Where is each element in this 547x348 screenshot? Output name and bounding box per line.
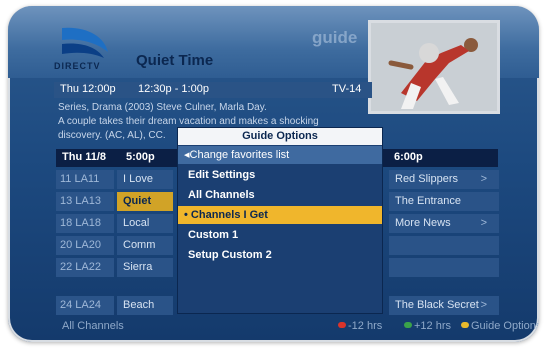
channel-cell[interactable]: 22 LA22 — [56, 258, 114, 277]
program-cell-next[interactable]: The Entrance — [389, 192, 499, 211]
guide-screen: DIRECTV Quiet Time guide Thu 12:00p 12:3… — [8, 6, 539, 342]
plus-label: +12 hrs — [414, 320, 451, 332]
green-button-icon — [404, 322, 412, 328]
popup-title: Guide Options — [178, 128, 382, 145]
program-cell[interactable]: Sierra — [117, 258, 173, 277]
right-chevron-icon: > — [480, 217, 487, 229]
program-title: More News — [395, 217, 451, 229]
grid-date: Thu 11/8 — [62, 151, 107, 163]
minus-label: -12 hrs — [348, 320, 383, 332]
program-cell[interactable]: Beach — [117, 296, 173, 315]
grid-time-1: 5:00p — [126, 151, 155, 163]
program-cell[interactable]: Comm — [117, 236, 173, 255]
program-title: Red Slippers — [395, 173, 458, 185]
right-chevron-icon: > — [480, 299, 487, 311]
description-line: A couple takes their dream vacation and … — [58, 116, 319, 127]
guide-options-hint[interactable]: Guide Options — [461, 320, 539, 332]
menu-item-custom-1[interactable]: Custom 1 — [178, 226, 382, 244]
info-date: Thu 12:00p — [60, 83, 116, 95]
program-cell-next[interactable]: The Black Secret > — [389, 296, 499, 315]
right-chevron-icon: > — [480, 173, 487, 185]
info-time-range: 12:30p - 1:00p — [138, 83, 209, 95]
menu-item-all-channels[interactable]: All Channels — [178, 186, 382, 204]
program-thumbnail — [368, 20, 500, 114]
program-title: The Entrance — [395, 195, 462, 207]
program-cell[interactable]: I Love — [117, 170, 173, 189]
section-label: guide — [312, 28, 358, 47]
red-button-icon — [338, 322, 346, 328]
program-cell-next[interactable]: More News > — [389, 214, 499, 233]
yellow-button-icon — [461, 322, 469, 328]
menu-item-channels-i-get[interactable]: • Channels I Get — [178, 206, 382, 224]
change-favorites-button[interactable]: ◂Change favorites list — [178, 146, 382, 164]
channel-filter-label: All Channels — [62, 320, 124, 332]
program-cell-next[interactable] — [389, 236, 499, 255]
show-title: Quiet Time — [136, 52, 214, 69]
menu-item-setup-custom-2[interactable]: Setup Custom 2 — [178, 246, 382, 264]
channel-cell[interactable]: 18 LA18 — [56, 214, 114, 233]
menu-item-label: Channels I Get — [190, 209, 268, 221]
program-cell-next[interactable]: Red Slippers > — [389, 170, 499, 189]
guide-options-popup: Guide Options ◂Change favorites list Edi… — [178, 128, 382, 313]
selected-bullet-icon: • — [184, 209, 191, 221]
program-cell[interactable]: Local — [117, 214, 173, 233]
channel-cell[interactable]: 20 LA20 — [56, 236, 114, 255]
grid-time-2: 6:00p — [394, 151, 423, 163]
minus-12-hrs[interactable]: -12 hrs — [338, 320, 382, 332]
footer-bar: All Channels -12 hrs +12 hrs Guide Optio… — [56, 320, 539, 336]
brand-text: DIRECTV — [54, 61, 101, 71]
program-cell-highlighted[interactable]: Quiet — [117, 192, 173, 211]
options-label: Guide Options — [471, 320, 539, 332]
program-info-bar: Thu 12:00p 12:30p - 1:00p TV-14 — [54, 82, 372, 98]
info-rating: TV-14 — [332, 83, 362, 95]
menu-item-edit-settings[interactable]: Edit Settings — [178, 166, 382, 184]
channel-cell[interactable]: 24 LA24 — [56, 296, 114, 315]
plus-12-hrs[interactable]: +12 hrs — [404, 320, 451, 332]
change-favorites-label: Change favorites list — [189, 149, 290, 161]
program-cell-next[interactable] — [389, 258, 499, 277]
channel-cell[interactable]: 11 LA11 — [56, 170, 114, 189]
description-line: Series, Drama (2003) Steve Culner, Marla… — [58, 102, 267, 113]
channel-cell[interactable]: 13 LA13 — [56, 192, 114, 211]
program-title: The Black Secret — [395, 299, 479, 311]
